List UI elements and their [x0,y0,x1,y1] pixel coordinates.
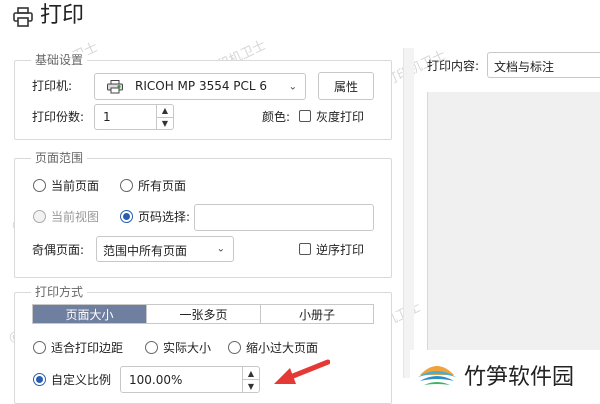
print-preview-area [427,92,600,352]
print-mode-legend: 打印方式 [31,284,88,300]
reverse-print-checkbox[interactable] [299,243,311,255]
current-view-radio[interactable] [33,210,46,223]
printer-status-icon [107,80,123,94]
scale-decrement-icon[interactable]: ▼ [243,380,259,392]
tab-page-size[interactable]: 页面大小 [33,305,147,323]
page-select-label: 页码选择: [138,210,191,224]
chevron-down-icon: ⌄ [216,243,225,255]
actual-size-label: 实际大小 [163,341,212,355]
grayscale-checkbox[interactable] [299,110,311,122]
page-select-radio[interactable] [120,210,133,223]
copies-increment-icon[interactable]: ▲ [157,105,173,118]
printer-icon [13,7,33,27]
copies-stepper[interactable]: 1 ▲ ▼ [94,104,174,130]
shrink-large-label: 缩小过大页面 [246,341,319,355]
print-content-value: 文档与标注 [494,60,555,74]
print-mode-tabs: 页面大小 一张多页 小册子 [32,304,374,324]
print-content-label: 打印内容: [427,59,480,73]
color-label: 颜色: [262,110,291,124]
panel-divider [403,48,414,378]
all-pages-radio[interactable] [120,179,133,192]
odd-even-value: 范围中所有页面 [103,244,188,258]
fit-margins-radio[interactable] [33,341,46,354]
actual-size-radio[interactable] [145,341,158,354]
dialog-title: 打印 [40,3,85,28]
odd-even-select[interactable]: 范围中所有页面 ⌄ [96,236,234,262]
scale-stepper[interactable]: 100.00% ▲ ▼ [120,366,260,393]
brand-text: 竹笋软件园 [464,365,575,390]
scale-increment-icon[interactable]: ▲ [243,367,259,380]
shrink-large-radio[interactable] [228,341,241,354]
scale-value: 100.00% [129,373,183,387]
custom-scale-label: 自定义比例 [51,373,112,387]
printer-select[interactable]: RICOH MP 3554 PCL 6 ⌄ [94,73,306,100]
page-range-legend: 页面范围 [31,150,88,166]
tab-multiple-pages[interactable]: 一张多页 [147,305,261,323]
properties-button[interactable]: 属性 [318,72,374,100]
custom-scale-radio[interactable] [33,373,46,386]
grayscale-label: 灰度打印 [316,110,365,124]
fit-margins-label: 适合打印边距 [51,341,124,355]
chevron-down-icon: ⌄ [288,81,297,92]
page-select-input[interactable] [194,204,374,231]
current-view-label: 当前视图 [51,210,100,224]
copies-decrement-icon[interactable]: ▼ [157,118,173,130]
printer-select-value: RICOH MP 3554 PCL 6 [135,79,268,93]
red-arrow-icon [274,359,330,384]
brand-logo: 竹笋软件园 [410,350,600,400]
current-page-label: 当前页面 [51,179,100,193]
copies-label: 打印份数: [32,110,85,124]
print-content-select[interactable]: 文档与标注 [487,52,600,78]
basic-settings-legend: 基础设置 [31,52,88,68]
tab-booklet[interactable]: 小册子 [261,305,373,323]
copies-value: 1 [103,110,111,124]
printer-label: 打印机: [32,79,73,93]
copies-spin: ▲ ▼ [156,105,173,129]
odd-even-label: 奇偶页面: [32,243,85,257]
scale-spin: ▲ ▼ [242,367,259,392]
bamboo-logo-icon [418,366,456,385]
current-page-radio[interactable] [33,179,46,192]
reverse-print-label: 逆序打印 [316,243,365,257]
all-pages-label: 所有页面 [138,179,187,193]
